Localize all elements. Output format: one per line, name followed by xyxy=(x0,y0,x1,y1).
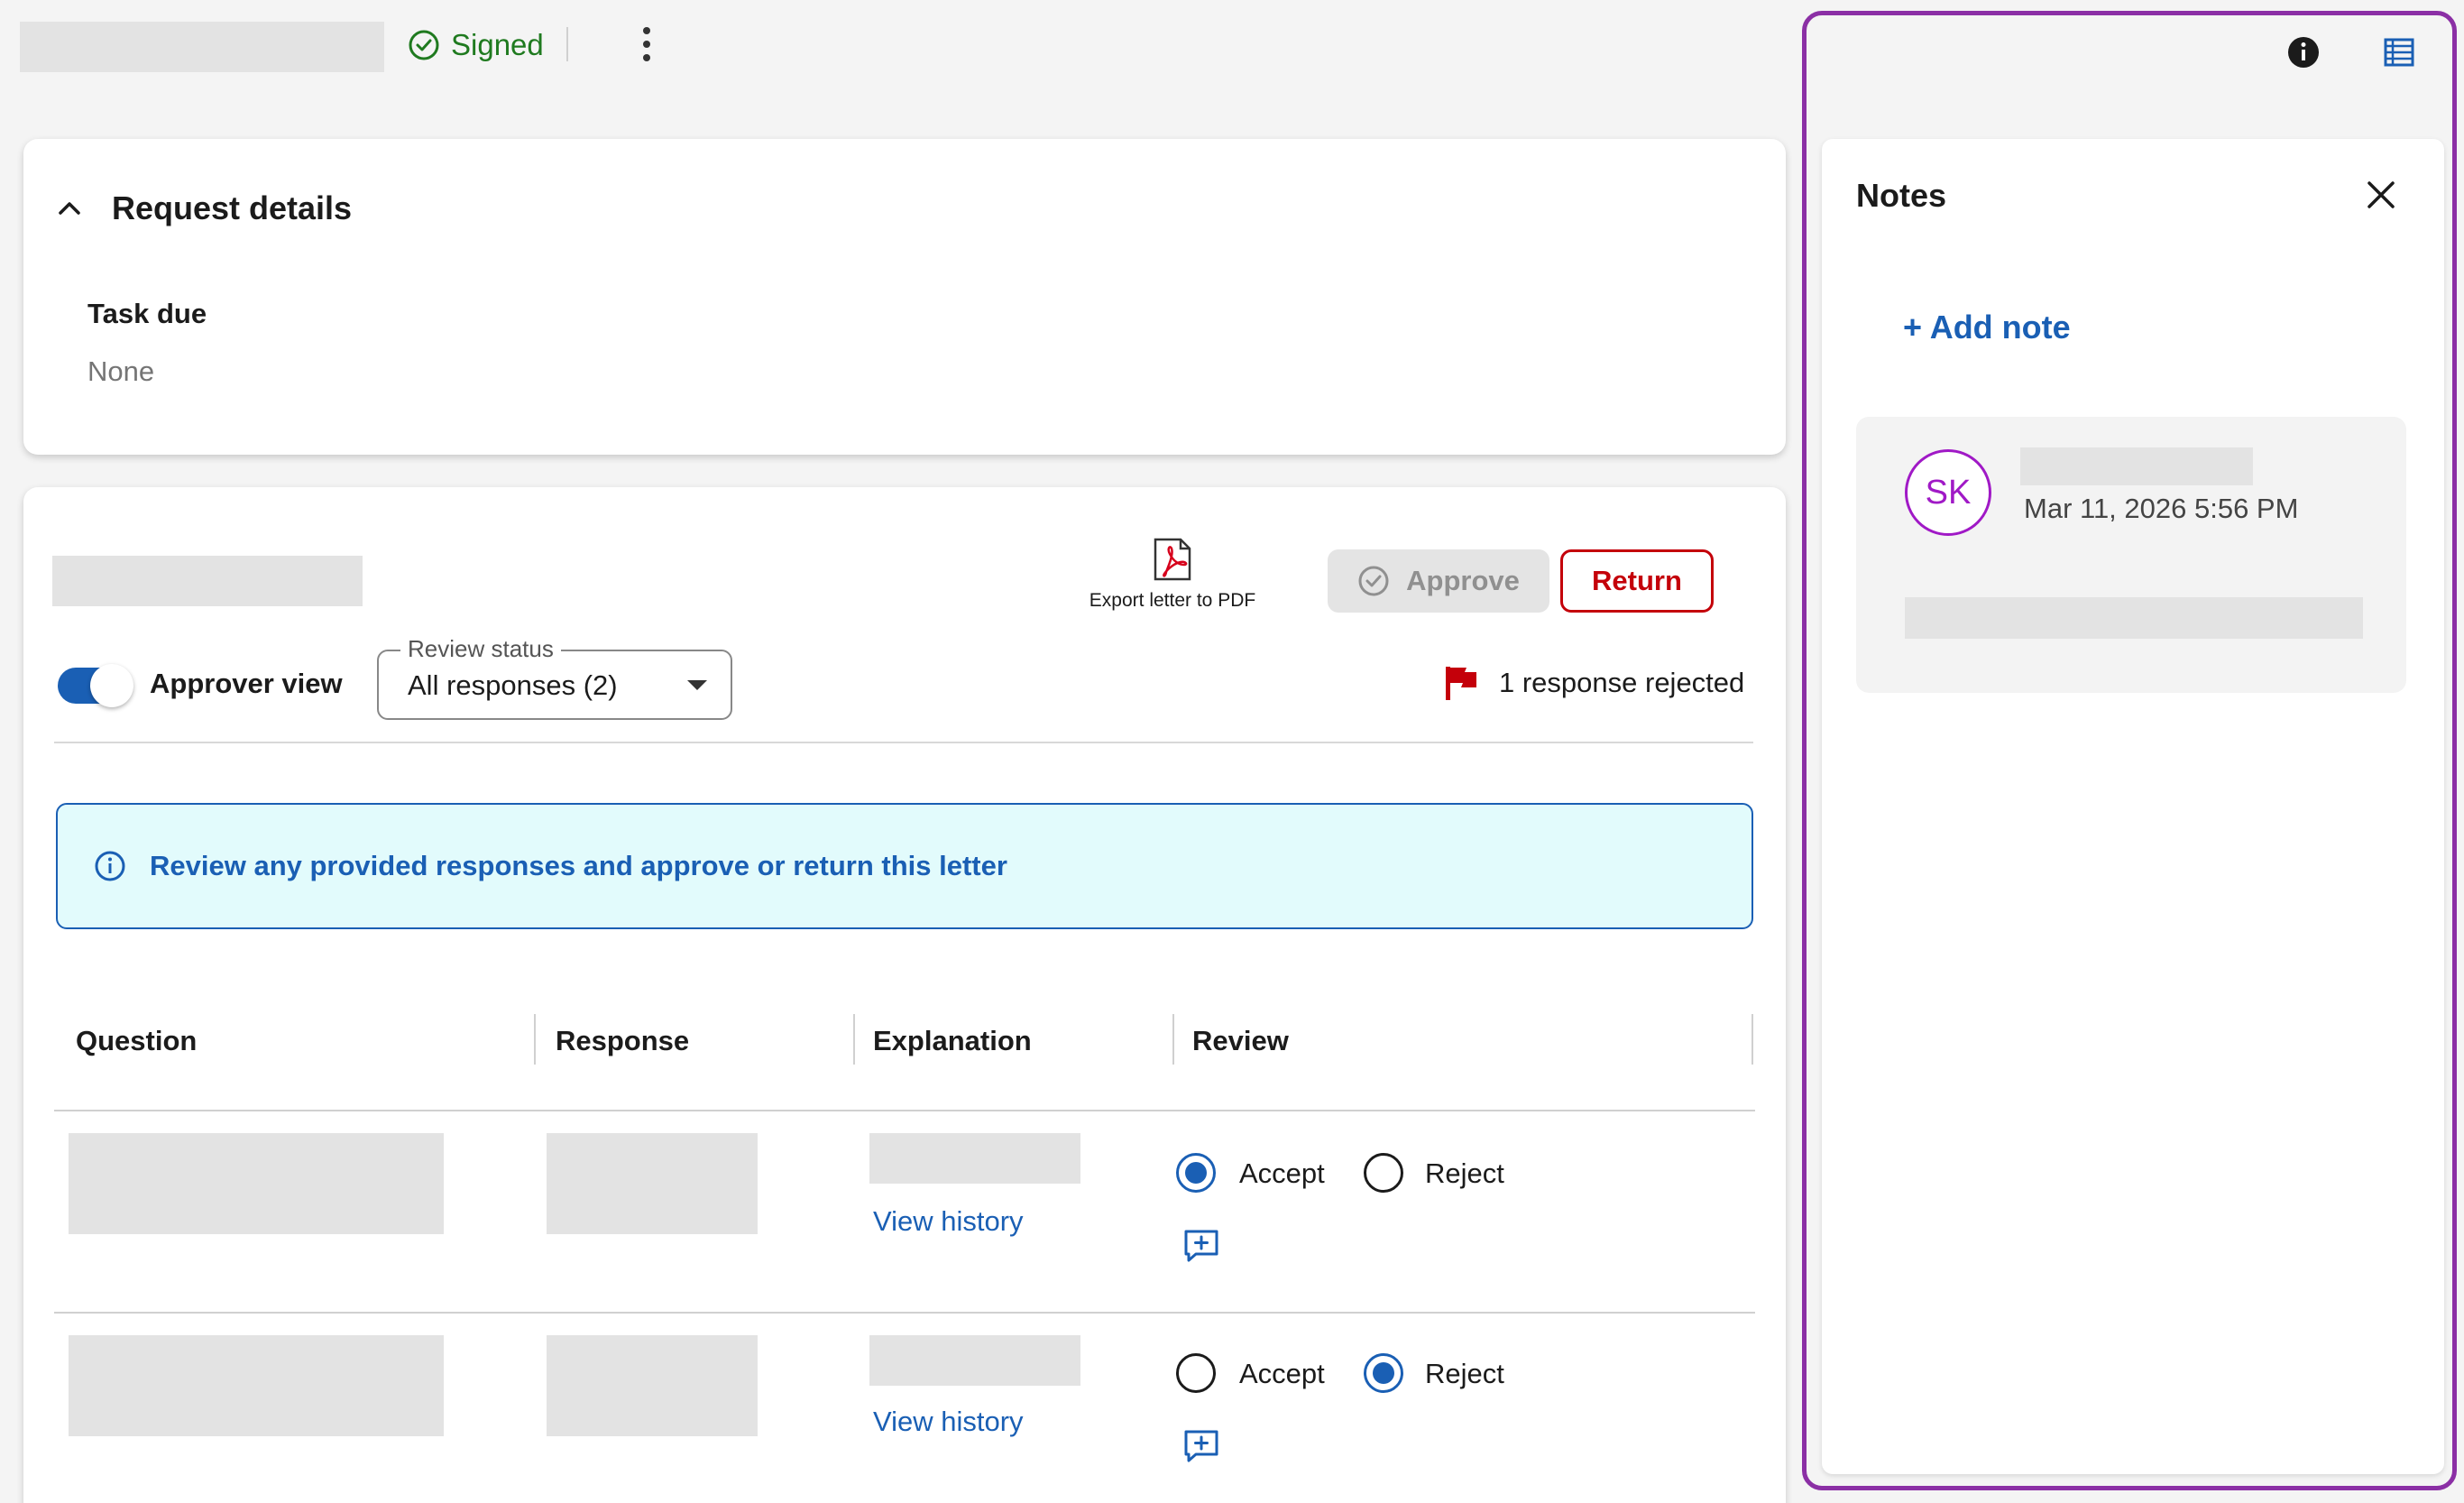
accept-radio[interactable] xyxy=(1176,1153,1216,1193)
return-button[interactable]: Return xyxy=(1560,549,1714,613)
signed-status: Signed xyxy=(408,25,544,65)
info-banner: Review any provided responses and approv… xyxy=(56,803,1753,929)
approver-view-toggle[interactable] xyxy=(58,664,133,707)
reject-radio[interactable] xyxy=(1364,1153,1403,1193)
accept-radio-label: Accept xyxy=(1239,1157,1325,1189)
task-due-value: None xyxy=(87,355,155,387)
column-divider xyxy=(534,1014,536,1065)
rejected-summary-text: 1 response rejected xyxy=(1499,667,1745,698)
flag-icon xyxy=(1446,667,1476,700)
topbar-divider xyxy=(566,27,568,61)
kebab-menu-icon[interactable] xyxy=(631,22,662,67)
avatar: SK xyxy=(1905,449,1991,536)
column-divider xyxy=(853,1014,855,1065)
note-date: Mar 11, 2026 5:56 PM xyxy=(2024,493,2299,524)
reject-radio-label: Reject xyxy=(1425,1157,1504,1189)
check-circle-icon xyxy=(1358,566,1389,596)
view-history-link[interactable]: View history xyxy=(873,1406,1024,1438)
accept-radio-label: Accept xyxy=(1239,1358,1325,1389)
task-due-label: Task due xyxy=(87,298,207,329)
column-header-question: Question xyxy=(76,1025,198,1056)
notes-panel-highlight xyxy=(1802,11,2457,1490)
info-banner-text: Review any provided responses and approv… xyxy=(150,850,1007,881)
explanation-placeholder xyxy=(869,1133,1080,1184)
reject-radio-label: Reject xyxy=(1425,1358,1504,1389)
chevron-up-icon[interactable] xyxy=(54,193,85,224)
notes-title: Notes xyxy=(1856,177,1947,214)
request-details-title: Request details xyxy=(112,189,353,226)
caret-down-icon[interactable] xyxy=(687,680,707,690)
letter-title-placeholder xyxy=(20,22,384,72)
check-circle-icon xyxy=(409,30,439,60)
divider xyxy=(54,742,1753,743)
letter-name-placeholder xyxy=(52,556,363,606)
pdf-icon xyxy=(1154,538,1191,581)
question-placeholder xyxy=(69,1335,444,1436)
column-divider xyxy=(1172,1014,1174,1065)
column-header-response: Response xyxy=(556,1025,690,1056)
reject-radio[interactable] xyxy=(1364,1353,1403,1393)
review-status-label: Review status xyxy=(400,635,561,663)
signed-status-label: Signed xyxy=(451,28,544,61)
table-icon[interactable] xyxy=(2381,34,2417,70)
question-placeholder xyxy=(69,1133,444,1234)
approve-button[interactable]: Approve xyxy=(1328,549,1549,613)
view-history-link[interactable]: View history xyxy=(873,1205,1024,1238)
response-placeholder xyxy=(547,1133,758,1234)
approve-button-label: Approve xyxy=(1406,565,1520,596)
request-details-header[interactable]: Request details xyxy=(54,189,352,227)
add-note-button[interactable]: + Add note xyxy=(1903,309,2071,346)
close-icon[interactable] xyxy=(2363,177,2399,213)
add-comment-icon[interactable] xyxy=(1183,1229,1219,1263)
add-comment-icon[interactable] xyxy=(1183,1429,1219,1463)
column-header-explanation: Explanation xyxy=(873,1025,1032,1056)
note-author-placeholder xyxy=(2020,447,2253,485)
approver-view-label: Approver view xyxy=(150,668,343,699)
row-divider xyxy=(54,1312,1755,1314)
rejected-summary: 1 response rejected xyxy=(1443,664,1744,702)
request-details-card xyxy=(23,139,1786,455)
info-icon xyxy=(95,851,125,881)
row-divider xyxy=(54,1110,1755,1111)
response-placeholder xyxy=(547,1335,758,1436)
note-body-placeholder xyxy=(1905,597,2363,639)
review-status-value: All responses (2) xyxy=(408,669,618,701)
column-divider xyxy=(1751,1014,1753,1065)
accept-radio[interactable] xyxy=(1176,1353,1216,1393)
info-icon[interactable] xyxy=(2285,34,2321,70)
export-pdf-label: Export letter to PDF xyxy=(1089,590,1256,611)
column-header-review: Review xyxy=(1192,1025,1289,1056)
explanation-placeholder xyxy=(869,1335,1080,1386)
export-pdf-button[interactable]: Export letter to PDF xyxy=(1073,536,1272,612)
